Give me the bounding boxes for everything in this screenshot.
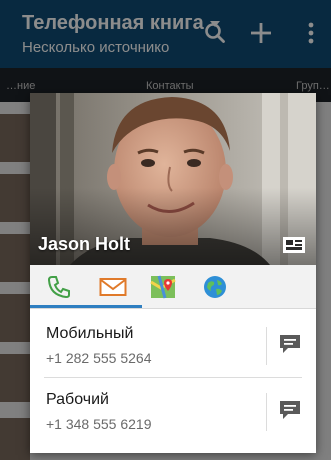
globe-icon xyxy=(204,276,226,298)
phone-entry-work[interactable]: Рабочий +1 348 555 6219 xyxy=(30,381,316,443)
app-title-dropdown[interactable]: Телефонная книга xyxy=(22,12,220,35)
tab-web[interactable] xyxy=(194,269,236,305)
selected-tab-indicator xyxy=(30,305,142,308)
app-subtitle: Несколько источнико xyxy=(22,39,170,56)
contact-quick-card: Jason Holt Мобильный +1 282 555 5264 Раб… xyxy=(30,93,316,453)
overflow-menu-button[interactable] xyxy=(296,18,326,48)
search-icon xyxy=(205,23,225,43)
phone-icon xyxy=(47,276,70,299)
tab-previous[interactable]: …ние xyxy=(6,80,35,92)
send-message-button[interactable] xyxy=(278,398,302,422)
contact-thumbnail xyxy=(0,294,30,342)
tab-phone[interactable] xyxy=(38,269,80,305)
tab-map[interactable] xyxy=(142,269,184,305)
tab-contacts[interactable]: Контакты xyxy=(146,80,194,92)
tab-email[interactable] xyxy=(92,269,134,305)
add-contact-button[interactable] xyxy=(246,18,276,48)
phone-number: +1 348 555 6219 xyxy=(46,416,152,432)
add-icon xyxy=(251,23,271,43)
app-title: Телефонная книга xyxy=(22,12,204,34)
action-tab-bar xyxy=(30,265,316,309)
contact-card-button[interactable] xyxy=(282,235,306,255)
divider xyxy=(44,377,302,378)
phone-type-label: Рабочий xyxy=(46,391,109,408)
contact-thumbnail xyxy=(0,418,30,460)
mail-icon xyxy=(99,278,127,296)
more-vert-icon xyxy=(308,22,314,44)
send-message-button[interactable] xyxy=(278,332,302,356)
phone-entry-mobile[interactable]: Мобильный +1 282 555 5264 xyxy=(30,315,316,377)
phone-type-label: Мобильный xyxy=(46,325,134,342)
message-icon xyxy=(280,401,300,419)
contact-thumbnail xyxy=(0,174,30,222)
contact-thumbnail xyxy=(0,234,30,282)
map-icon xyxy=(150,275,176,299)
phone-number: +1 282 555 5264 xyxy=(46,350,152,366)
app-bar: Телефонная книга Несколько источнико xyxy=(0,0,331,68)
contact-thumbnail xyxy=(0,114,30,162)
contact-card-icon xyxy=(283,237,305,253)
message-icon xyxy=(280,335,300,353)
contact-name: Jason Holt xyxy=(38,234,131,254)
tab-groups[interactable]: Груп… xyxy=(296,80,330,92)
contact-thumbnail xyxy=(0,354,30,402)
divider xyxy=(266,327,267,365)
search-button[interactable] xyxy=(200,18,230,48)
screen: Телефонная книга Несколько источнико …ни… xyxy=(0,0,331,460)
contact-photo[interactable]: Jason Holt xyxy=(30,93,316,265)
divider xyxy=(266,393,267,431)
